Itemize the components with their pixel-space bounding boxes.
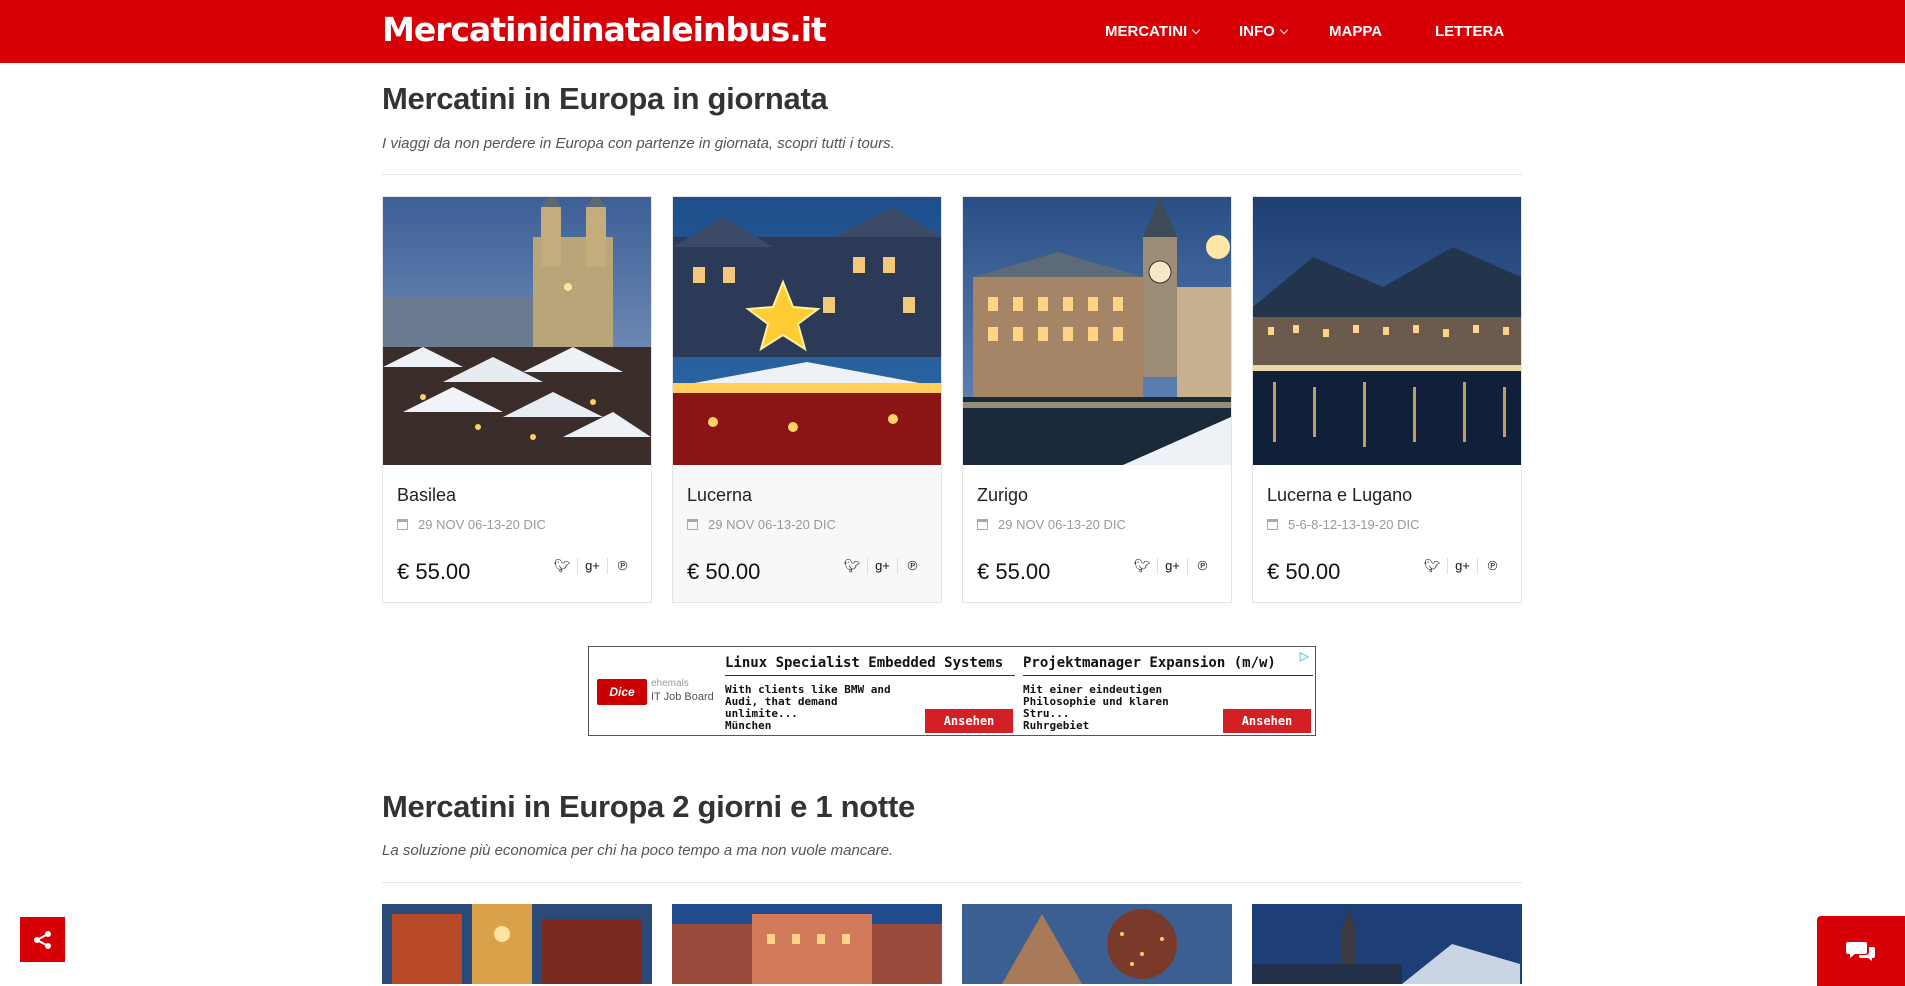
- nav-mercatini[interactable]: MERCATINI: [1105, 0, 1201, 63]
- nav-mercatini-label: MERCATINI: [1105, 23, 1188, 40]
- section-divider: [382, 882, 1522, 883]
- nav-info[interactable]: INFO: [1239, 0, 1289, 63]
- twitter-icon[interactable]: 🐦︎: [1127, 558, 1157, 574]
- ad-view-button[interactable]: Ansehen: [1223, 709, 1311, 733]
- pinterest-icon[interactable]: ℗: [1187, 558, 1217, 574]
- twitter-icon[interactable]: 🐦︎: [1417, 558, 1447, 574]
- pinterest-icon[interactable]: ℗: [607, 558, 637, 574]
- tour-card-lucerna-e-lugano[interactable]: Lucerna e Lugano 5-6-8-12-13-19-20 DIC €…: [1252, 196, 1522, 603]
- chat-button[interactable]: [1817, 916, 1905, 986]
- tour-dates-text: 5-6-8-12-13-19-20 DIC: [1288, 517, 1420, 532]
- tour-dates: 29 NOV 06-13-20 DIC: [977, 517, 1126, 532]
- tour-dates: 29 NOV 06-13-20 DIC: [397, 517, 546, 532]
- google-plus-icon[interactable]: g+: [1447, 558, 1477, 574]
- nav-lettera[interactable]: LETTERA: [1435, 0, 1504, 63]
- calendar-icon: [1267, 519, 1278, 530]
- twitter-icon[interactable]: 🐦︎: [547, 558, 577, 574]
- tour-card-basilea[interactable]: Basilea 29 NOV 06-13-20 DIC € 55.00 🐦︎ g+…: [382, 196, 652, 603]
- section-subtitle: I viaggi da non perdere in Europa con pa…: [382, 135, 895, 152]
- calendar-icon: [397, 519, 408, 530]
- tour-photo[interactable]: [1252, 904, 1522, 984]
- tour-price: € 55.00: [977, 559, 1051, 584]
- section-title: Mercatini in Europa in giornata: [382, 81, 828, 116]
- tour-name[interactable]: Zurigo: [977, 485, 1028, 506]
- tour-photo[interactable]: [1253, 197, 1521, 465]
- nav-lettera-label: LETTERA: [1435, 23, 1505, 40]
- chat-icon: [1846, 942, 1875, 961]
- tour-photo[interactable]: [382, 904, 652, 984]
- section-title: Mercatini in Europa 2 giorni e 1 notte: [382, 789, 915, 824]
- ad-job-title[interactable]: Linux Specialist Embedded Systems: [725, 655, 1015, 676]
- tour-price: € 50.00: [687, 559, 761, 584]
- dice-logo: Dice: [597, 679, 647, 705]
- calendar-icon: [977, 519, 988, 530]
- ad-banner[interactable]: Dice ehemals IT Job Board Linux Speciali…: [588, 646, 1316, 736]
- section-divider: [382, 174, 1522, 175]
- ad-job-location: München: [725, 719, 772, 732]
- tour-photo[interactable]: [963, 197, 1231, 465]
- tour-dates: 5-6-8-12-13-19-20 DIC: [1267, 517, 1420, 532]
- tour-dates-text: 29 NOV 06-13-20 DIC: [998, 517, 1126, 532]
- nav-info-label: INFO: [1239, 23, 1275, 40]
- ad-job[interactable]: Linux Specialist Embedded Systems With c…: [725, 655, 1015, 733]
- social-share: 🐦︎ g+ ℗: [837, 558, 927, 574]
- tour-dates-text: 29 NOV 06-13-20 DIC: [708, 517, 836, 532]
- tour-photo[interactable]: [672, 904, 942, 984]
- ad-job-desc: Mit einer eindeutigen Philosophie und kl…: [1023, 683, 1169, 720]
- top-navbar: Mercatinidinataleinbus.it MERCATINI INFO…: [0, 0, 1905, 63]
- ad-brand-note: ehemals: [651, 678, 689, 689]
- social-share: 🐦︎ g+ ℗: [1127, 558, 1217, 574]
- pinterest-icon[interactable]: ℗: [897, 558, 927, 574]
- tour-card-zurigo[interactable]: Zurigo 29 NOV 06-13-20 DIC € 55.00 🐦︎ g+ ℗: [962, 196, 1232, 603]
- tour-name[interactable]: Basilea: [397, 485, 456, 506]
- tour-photo[interactable]: [962, 904, 1232, 984]
- ad-job-desc: With clients like BMW and Audi, that dem…: [725, 683, 891, 720]
- google-plus-icon[interactable]: g+: [1157, 558, 1187, 574]
- google-plus-icon[interactable]: g+: [867, 558, 897, 574]
- tour-dates-text: 29 NOV 06-13-20 DIC: [418, 517, 546, 532]
- tour-price: € 50.00: [1267, 559, 1341, 584]
- tour-price: € 55.00: [397, 559, 471, 584]
- social-share: 🐦︎ g+ ℗: [547, 558, 637, 574]
- ad-view-button[interactable]: Ansehen: [925, 709, 1013, 733]
- google-plus-icon[interactable]: g+: [577, 558, 607, 574]
- site-logo[interactable]: Mercatinidinataleinbus.it: [382, 8, 827, 52]
- chevron-down-icon: [1191, 25, 1201, 34]
- section-subtitle: La soluzione più economica per chi ha po…: [382, 842, 894, 859]
- tour-photo[interactable]: [673, 197, 941, 465]
- pinterest-icon[interactable]: ℗: [1477, 558, 1507, 574]
- calendar-icon: [687, 519, 698, 530]
- ad-job-title[interactable]: Projektmanager Expansion (m/w): [1023, 655, 1313, 676]
- ad-job-location: Ruhrgebiet: [1023, 719, 1090, 732]
- tour-card-lucerna[interactable]: Lucerna 29 NOV 06-13-20 DIC € 50.00 🐦︎ g+…: [672, 196, 942, 603]
- tour-name[interactable]: Lucerna: [687, 485, 752, 506]
- nav-mappa-label: MAPPA: [1329, 23, 1383, 40]
- social-share: 🐦︎ g+ ℗: [1417, 558, 1507, 574]
- tour-dates: 29 NOV 06-13-20 DIC: [687, 517, 836, 532]
- tour-name[interactable]: Lucerna e Lugano: [1267, 485, 1412, 506]
- ad-job[interactable]: Projektmanager Expansion (m/w) Mit einer…: [1023, 655, 1313, 733]
- nav-mappa[interactable]: MAPPA: [1329, 0, 1382, 63]
- chevron-down-icon: [1279, 25, 1289, 34]
- share-icon: [33, 930, 51, 949]
- twitter-icon[interactable]: 🐦︎: [837, 558, 867, 574]
- ad-brand-name: IT Job Board: [651, 691, 714, 703]
- adchoices-icon[interactable]: ▷: [1300, 649, 1309, 663]
- tour-photo[interactable]: [383, 197, 651, 465]
- share-button[interactable]: [20, 917, 65, 962]
